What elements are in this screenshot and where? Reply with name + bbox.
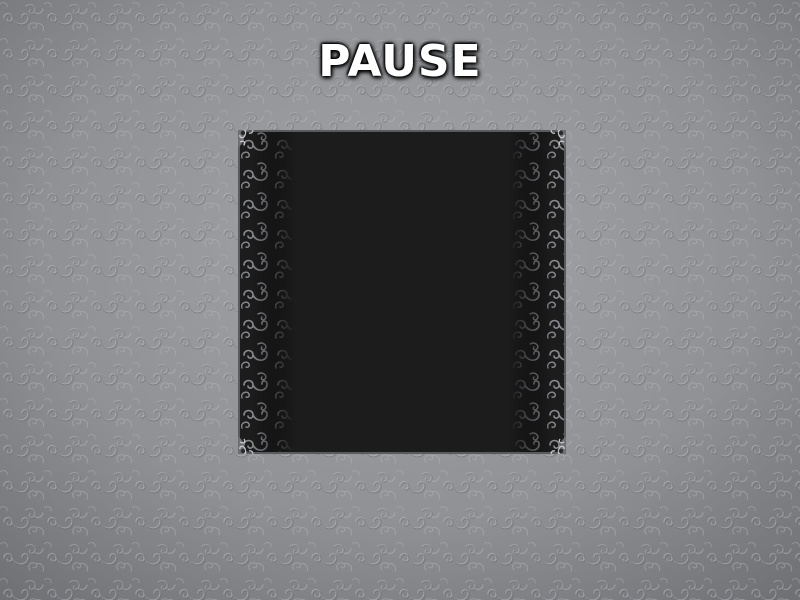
pause-menu-panel [238, 130, 566, 454]
pause-title: PAUSE [318, 36, 482, 87]
